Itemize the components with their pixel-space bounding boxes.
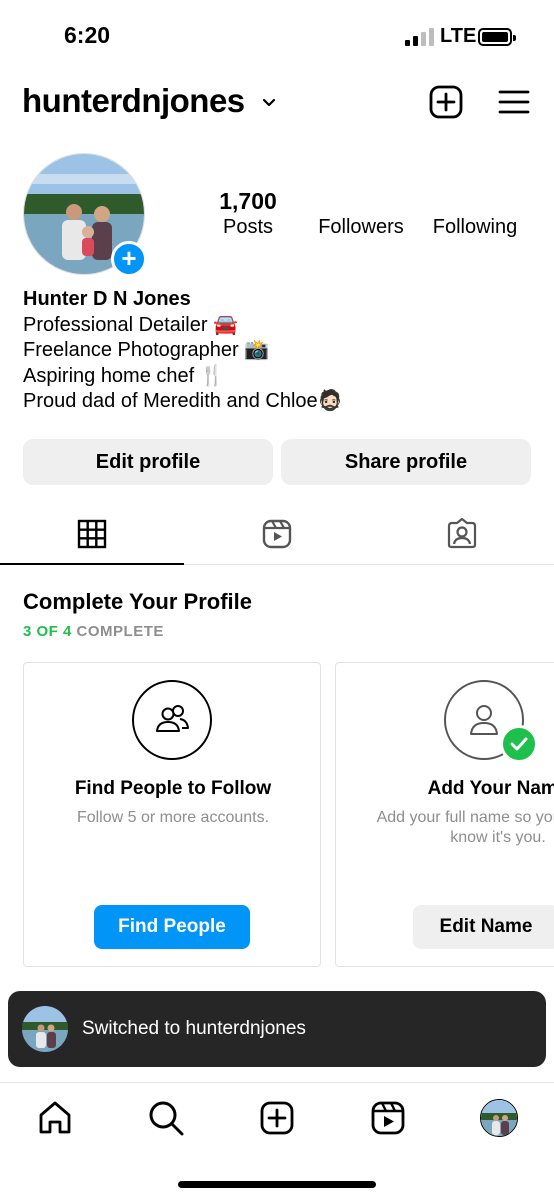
edit-name-button[interactable]: Edit Name	[413, 905, 554, 949]
reels-icon	[371, 1101, 405, 1135]
bio-line: Freelance Photographer 📸	[23, 339, 270, 361]
following-stat[interactable]: Following	[426, 188, 524, 239]
posts-label: Posts	[222, 216, 274, 238]
person-icon	[470, 705, 498, 735]
people-icon	[156, 705, 189, 732]
card-title: Add Your Name	[427, 778, 554, 799]
edit-profile-button[interactable]: Edit profile	[23, 439, 273, 485]
profile-task-card: Add Your Name Add your full name so your…	[335, 662, 554, 967]
battery-icon	[478, 28, 516, 46]
home-indicator	[178, 1181, 376, 1188]
create-icon	[260, 1101, 294, 1135]
progress-word: COMPLETE	[76, 623, 164, 640]
home-icon	[39, 1101, 71, 1134]
toast-message: Switched to hunterdnjones	[82, 1018, 306, 1039]
bio-line: Professional Detailer 🚘	[23, 313, 238, 336]
reels-icon	[262, 519, 292, 549]
add-story-button[interactable]: +	[111, 241, 147, 277]
status-time: 6:20	[64, 22, 111, 48]
bio-line: Proud dad of Meredith and Chloe🧔🏻	[23, 390, 343, 412]
card-description: Add your full name so your friends know …	[376, 809, 554, 846]
network-type: LTE	[440, 25, 477, 47]
signal-strength-icon	[405, 28, 435, 46]
profile-display-name: Hunter D N Jones	[23, 288, 191, 310]
toast-avatar	[22, 1006, 68, 1052]
status-bar: 6:20 LTE	[0, 0, 554, 70]
followers-label: Followers	[318, 216, 404, 238]
followers-count	[312, 188, 410, 216]
bio-line: Aspiring home chef 🍴	[23, 364, 225, 387]
profile-header: hunterdnjones	[0, 78, 554, 130]
grid-icon	[77, 519, 107, 549]
followers-stat[interactable]: Followers	[312, 188, 410, 239]
account-switch-toast: Switched to hunterdnjones	[8, 991, 546, 1067]
find-people-button[interactable]: Find People	[94, 905, 250, 949]
nav-home[interactable]	[36, 1099, 74, 1137]
nav-search[interactable]	[147, 1099, 185, 1137]
profile-avatar-container[interactable]: +	[23, 153, 147, 277]
profile-content-tabs	[0, 510, 554, 565]
menu-icon[interactable]	[496, 84, 532, 120]
chevron-down-icon[interactable]	[262, 96, 276, 110]
tagged-person-icon	[447, 518, 477, 549]
complete-profile-title: Complete Your Profile	[23, 589, 253, 614]
following-label: Following	[432, 216, 518, 238]
card-description: Follow 5 or more accounts.	[76, 809, 270, 826]
bottom-navigation	[0, 1082, 554, 1200]
card-title: Find People to Follow	[74, 778, 272, 799]
profile-task-card: Find People to Follow Follow 5 or more a…	[23, 662, 321, 967]
nav-create[interactable]	[258, 1099, 296, 1137]
completed-check-icon	[500, 725, 538, 763]
nav-reels[interactable]	[369, 1099, 407, 1137]
card-icon-circle	[132, 680, 212, 760]
tab-posts-grid[interactable]	[0, 510, 184, 565]
search-icon	[149, 1101, 184, 1136]
account-switcher-username[interactable]: hunterdnjones	[22, 82, 245, 120]
posts-count: 1,700	[219, 188, 277, 214]
following-count	[426, 188, 524, 216]
share-profile-button[interactable]: Share profile	[281, 439, 531, 485]
posts-stat[interactable]: 1,700 Posts	[208, 188, 288, 239]
complete-profile-progress: 3 OF 4 COMPLETE	[23, 623, 164, 640]
tab-reels[interactable]	[185, 510, 369, 565]
tab-tagged[interactable]	[370, 510, 554, 565]
profile-bio: Hunter D N Jones Professional Detailer 🚘…	[23, 287, 343, 415]
progress-count: 3 OF 4	[23, 623, 72, 640]
nav-profile-avatar[interactable]	[480, 1099, 518, 1137]
create-post-icon[interactable]	[428, 84, 464, 120]
